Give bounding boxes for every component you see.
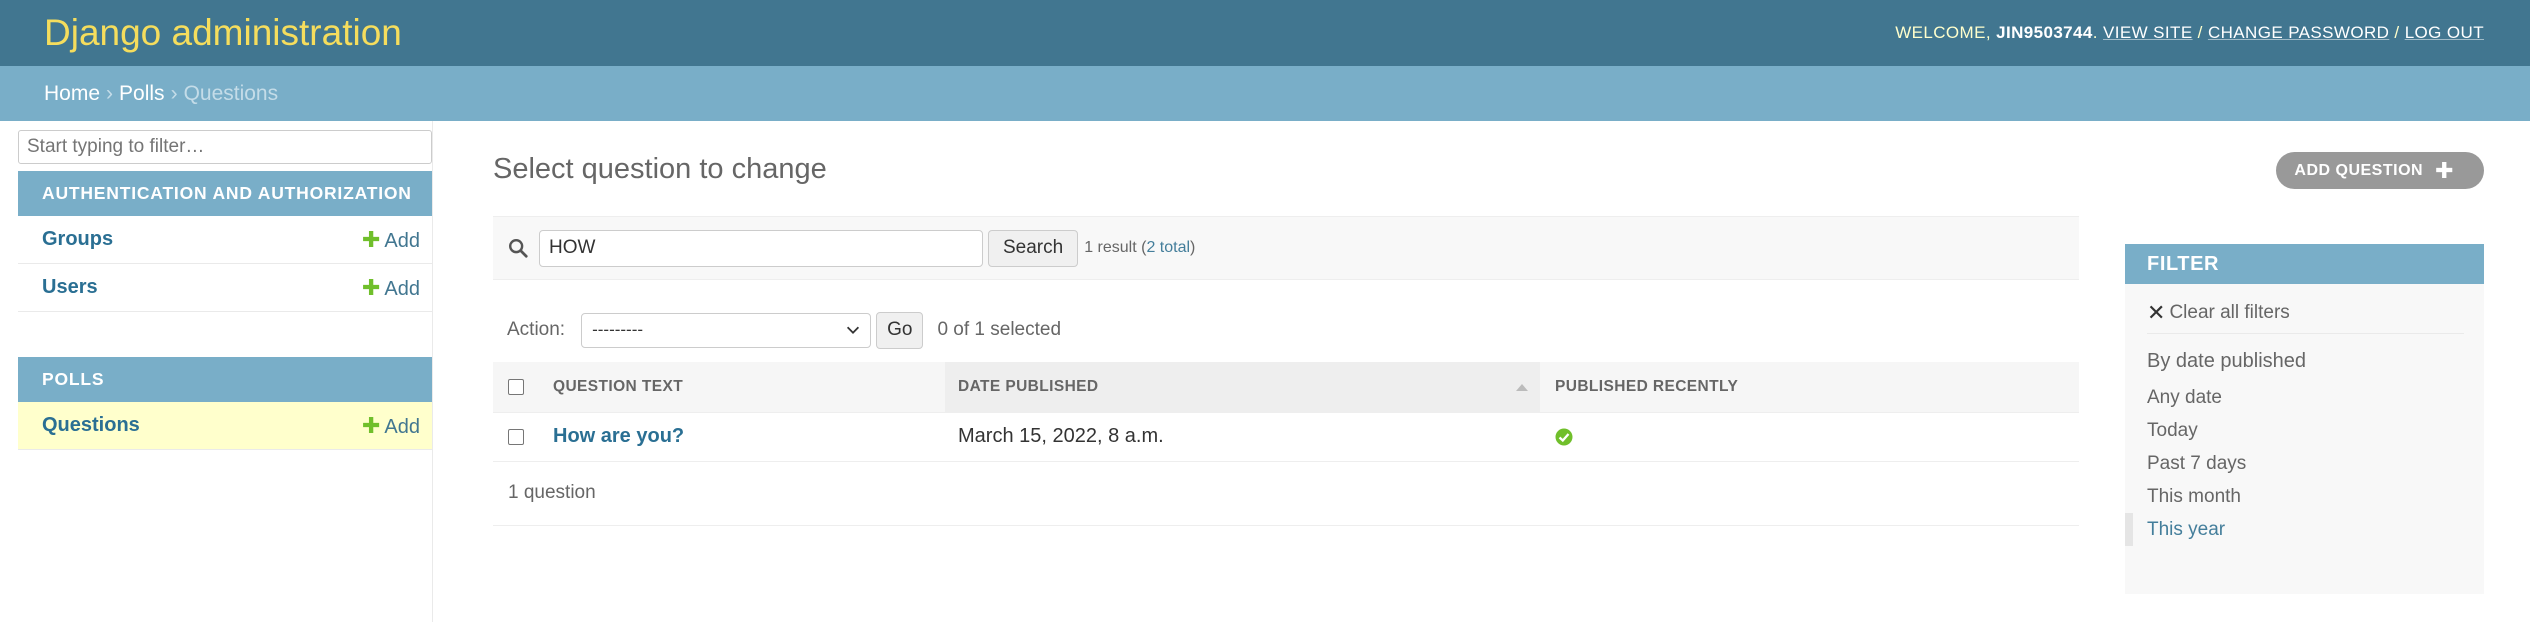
check-yes-icon xyxy=(1555,428,1573,446)
site-header: Django administration WELCOME, JIN950374… xyxy=(0,0,2530,66)
user-tools: WELCOME, JIN9503744. VIEW SITE / CHANGE … xyxy=(1895,23,2484,43)
date-cell: March 15, 2022, 8 a.m. xyxy=(945,412,1540,462)
action-select[interactable]: --------- xyxy=(581,312,872,348)
add-label: Add xyxy=(384,277,420,300)
app-caption-auth[interactable]: AUTHENTICATION AND AUTHORIZATION xyxy=(18,171,432,216)
changelist: Search 1 result (2 total) Action: ------… xyxy=(493,216,2079,526)
close-icon: ✕ xyxy=(2147,299,2166,325)
breadcrumb: Home › Polls › Questions xyxy=(0,66,2530,121)
show-all-link[interactable]: 2 total xyxy=(1146,239,1190,256)
filter-option-selected[interactable]: This year xyxy=(2125,513,2484,546)
paginator: 1 question xyxy=(493,462,2079,526)
plus-icon: ✚ xyxy=(361,226,381,252)
welcome-period: . xyxy=(2092,23,2098,42)
nav-sidebar: AUTHENTICATION AND AUTHORIZATION Groups … xyxy=(0,121,433,622)
filter-option[interactable]: Today xyxy=(2125,414,2484,447)
add-label: Add xyxy=(384,415,420,438)
app-module-polls: POLLS Questions ✚ Add xyxy=(18,357,432,450)
search-toolbar: Search 1 result (2 total) xyxy=(493,216,2079,280)
username: JIN9503744 xyxy=(1996,23,2093,42)
action-label: Action: xyxy=(507,319,566,340)
breadcrumb-home[interactable]: Home xyxy=(44,82,100,106)
search-input[interactable] xyxy=(539,229,983,267)
sidebar-item-questions: Questions ✚ Add xyxy=(18,402,432,450)
breadcrumb-polls[interactable]: Polls xyxy=(119,82,165,106)
welcome-text: WELCOME, xyxy=(1895,23,1997,42)
sidebar-item-label[interactable]: Users xyxy=(42,276,98,299)
view-site-link[interactable]: VIEW SITE xyxy=(2103,23,2193,42)
breadcrumb-separator: › xyxy=(106,81,114,105)
result-suffix: ) xyxy=(1190,239,1196,256)
question-cell: How are you? xyxy=(537,412,945,462)
selected-counter: 0 of 1 selected xyxy=(937,319,1062,340)
actions-bar: Action: --------- Go 0 of 1 selected xyxy=(493,298,2079,362)
plus-icon: ✚ xyxy=(2435,157,2454,183)
sidebar-item-label[interactable]: Questions xyxy=(42,414,140,437)
breadcrumb-separator: › xyxy=(170,81,178,105)
select-all-checkbox[interactable] xyxy=(508,378,524,395)
question-link[interactable]: How are you? xyxy=(553,425,684,447)
plus-icon: ✚ xyxy=(361,274,381,300)
table-header-row: QUESTION TEXT DATE PUBLISHED PUBLISHED R… xyxy=(493,362,2079,413)
search-icon xyxy=(509,239,528,258)
chevron-down-icon xyxy=(847,326,860,334)
sort-ascending-icon[interactable] xyxy=(1516,384,1528,391)
sidebar-item-label[interactable]: Groups xyxy=(42,228,113,251)
column-header-date-published[interactable]: DATE PUBLISHED xyxy=(945,362,1540,413)
app-module-auth: AUTHENTICATION AND AUTHORIZATION Groups … xyxy=(18,171,432,312)
add-user-link[interactable]: ✚ Add xyxy=(362,275,420,301)
result-count: 1 result (2 total) xyxy=(1084,239,1195,257)
table-row: How are you? March 15, 2022, 8 a.m. xyxy=(493,412,2079,462)
main-area: AUTHENTICATION AND AUTHORIZATION Groups … xyxy=(0,121,2530,622)
plus-icon: ✚ xyxy=(361,412,381,438)
clear-filters-link[interactable]: ✕ Clear all filters xyxy=(2147,294,2464,334)
row-check-cell xyxy=(493,412,537,462)
add-question-link[interactable]: ✚ Add xyxy=(362,413,420,439)
breadcrumb-current: Questions xyxy=(183,81,279,105)
sidebar-item-users: Users ✚ Add xyxy=(18,264,432,312)
column-header-question-text[interactable]: QUESTION TEXT xyxy=(537,362,945,413)
select-all-cell xyxy=(493,362,537,413)
filter-option[interactable]: Past 7 days xyxy=(2125,447,2484,480)
action-select-value: --------- xyxy=(592,320,644,339)
change-password-link[interactable]: CHANGE PASSWORD xyxy=(2208,23,2389,42)
go-button[interactable]: Go xyxy=(876,311,924,349)
user-tools-separator: / xyxy=(2192,23,2208,42)
published-recently-cell xyxy=(1540,412,2079,462)
result-table: QUESTION TEXT DATE PUBLISHED PUBLISHED R… xyxy=(493,362,2079,462)
add-label: Add xyxy=(384,229,420,252)
content: Select question to change ADD QUESTION ✚… xyxy=(433,121,2530,622)
add-question-label: ADD QUESTION xyxy=(2294,161,2424,179)
page-title: Select question to change xyxy=(493,153,827,185)
add-question-button[interactable]: ADD QUESTION ✚ xyxy=(2276,152,2484,189)
result-prefix: 1 result ( xyxy=(1084,239,1147,256)
column-header-label: DATE PUBLISHED xyxy=(958,377,1099,395)
sidebar-item-groups: Groups ✚ Add xyxy=(18,216,432,264)
user-tools-separator: / xyxy=(2389,23,2405,42)
filter-option[interactable]: Any date xyxy=(2125,381,2484,414)
filter-title: FILTER xyxy=(2125,244,2484,284)
changelist-filter: FILTER ✕ Clear all filters By date publi… xyxy=(2125,244,2484,594)
column-header-published-recently[interactable]: PUBLISHED RECENTLY xyxy=(1540,362,2079,413)
app-caption-polls[interactable]: POLLS xyxy=(18,357,432,402)
search-button[interactable]: Search xyxy=(988,229,1079,267)
row-checkbox[interactable] xyxy=(508,428,524,445)
log-out-link[interactable]: LOG OUT xyxy=(2405,23,2484,42)
filter-option[interactable]: This month xyxy=(2125,480,2484,513)
nav-filter-input[interactable] xyxy=(18,130,432,164)
site-name[interactable]: Django administration xyxy=(44,12,402,54)
filter-heading: By date published xyxy=(2147,350,2307,372)
add-group-link[interactable]: ✚ Add xyxy=(362,227,420,253)
clear-filters-label: Clear all filters xyxy=(2169,301,2290,323)
